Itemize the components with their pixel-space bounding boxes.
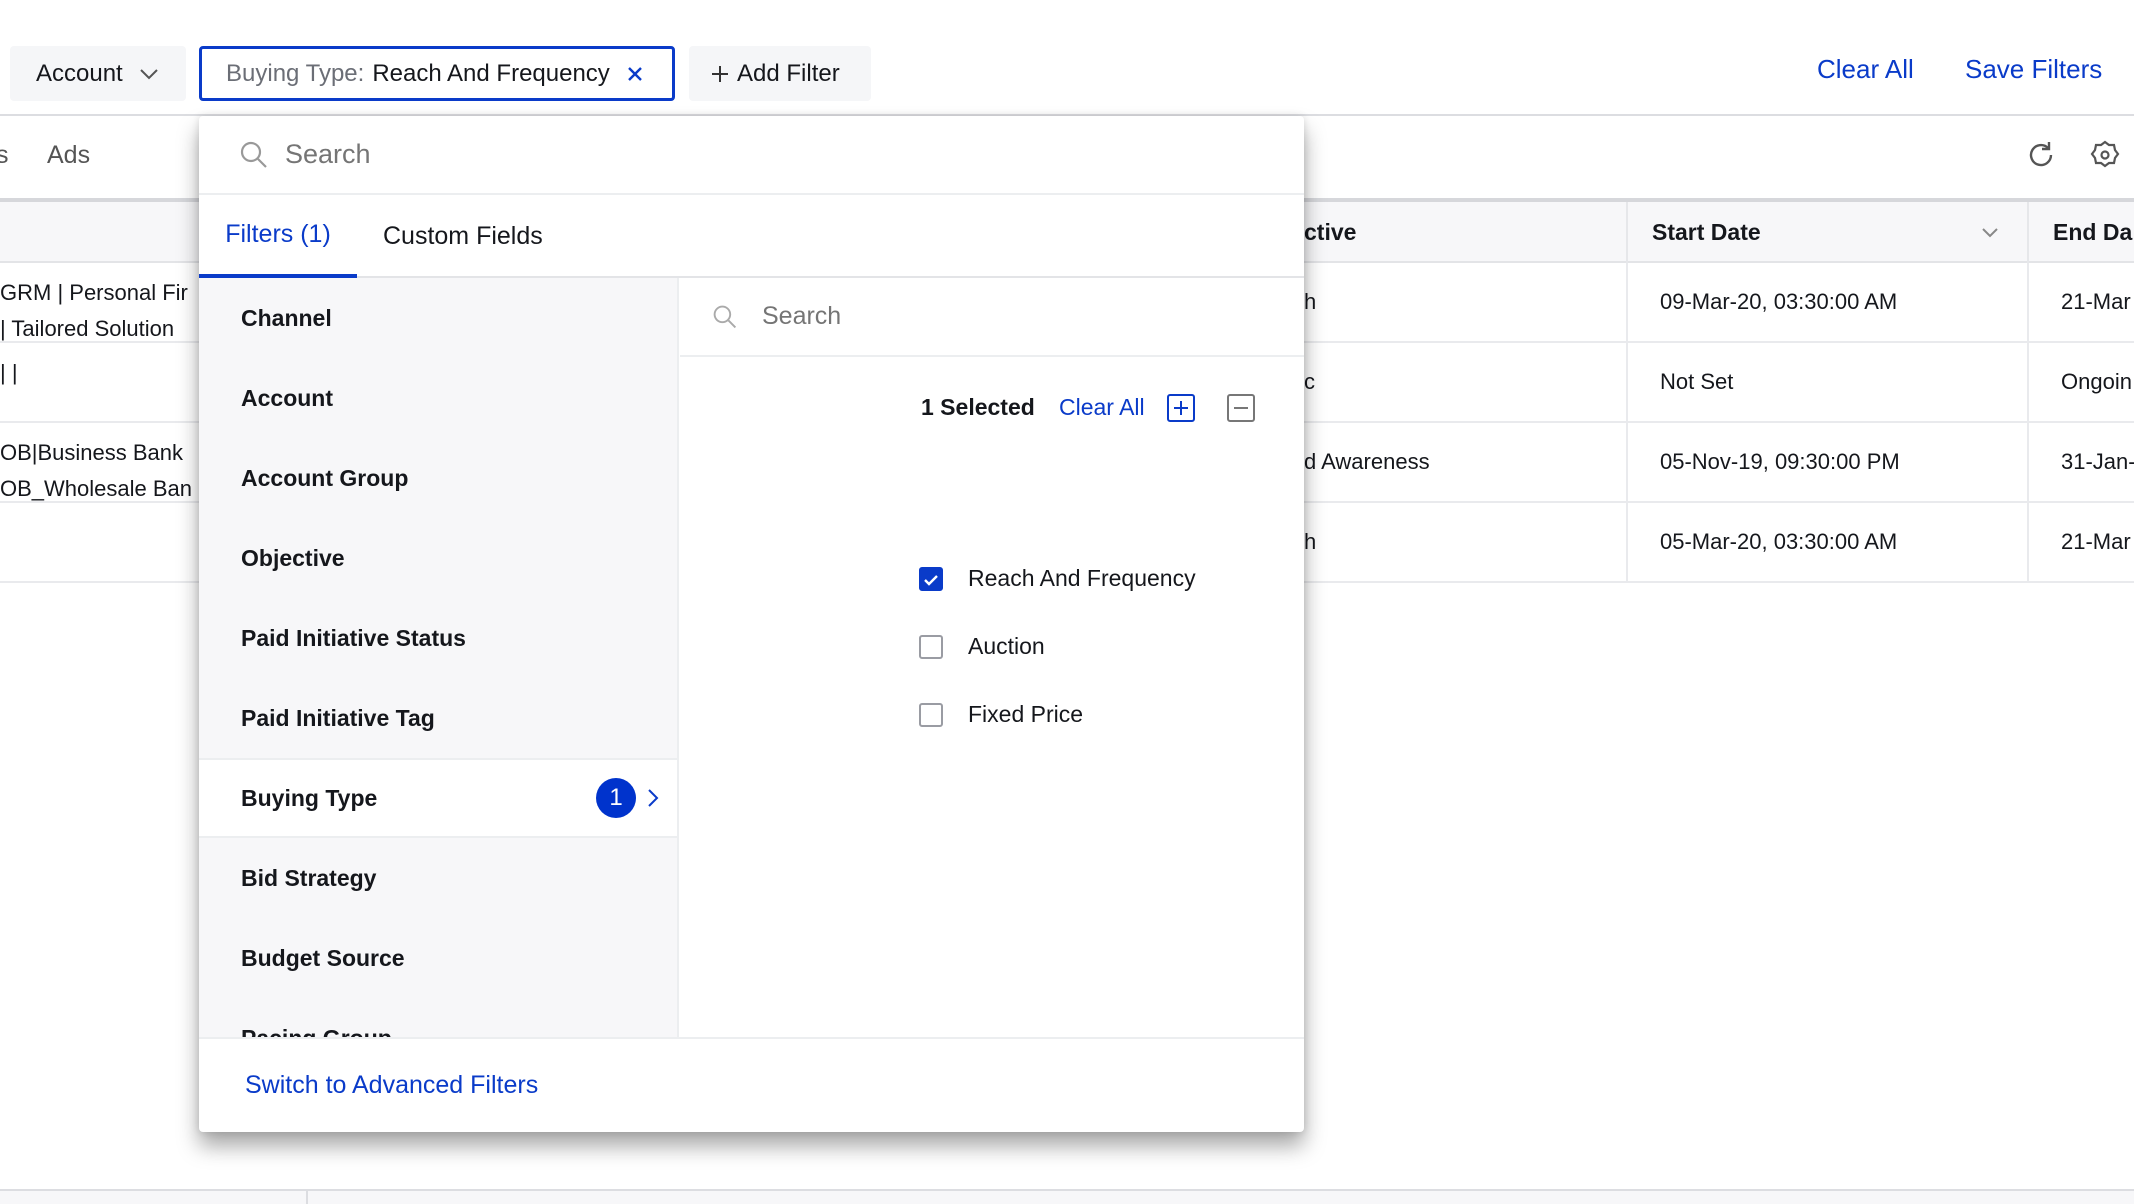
close-icon[interactable] <box>626 65 644 83</box>
field-item-label: Pacing Group <box>241 1025 392 1038</box>
header-start-date[interactable]: Start Date <box>1626 202 2027 263</box>
field-item-label: Account Group <box>241 464 409 491</box>
field-item[interactable]: Account <box>199 358 677 438</box>
add-filter-button[interactable]: Add Filter <box>689 46 871 101</box>
field-item[interactable]: Pacing Group <box>199 998 677 1038</box>
header-start-date-label: Start Date <box>1652 219 1761 245</box>
name-line: GRM | Personal Fir <box>0 280 188 305</box>
divider <box>199 1037 1304 1039</box>
option-checkbox[interactable] <box>919 635 943 659</box>
objective-cell: h <box>1304 289 1317 314</box>
check-icon <box>924 575 938 586</box>
end-date-cell: 31-Jan- <box>2027 423 2134 501</box>
objective-cell: c <box>1304 369 1315 394</box>
active-filter-chip[interactable]: Buying Type: Reach And Frequency <box>199 46 675 101</box>
account-filter-button[interactable]: Account <box>10 46 186 101</box>
objective-cell: h <box>1304 529 1317 554</box>
account-filter-label: Account <box>36 59 123 87</box>
field-item[interactable]: Bid Strategy <box>199 838 677 918</box>
tab-partial[interactable]: s <box>0 141 9 170</box>
name-line: | Tailored Solution <box>0 316 175 341</box>
end-date-cell: 21-Mar <box>2027 263 2134 341</box>
objective-cell: d Awareness <box>1304 449 1430 474</box>
active-filter-value: Reach And Frequency <box>372 59 610 87</box>
start-date-cell: 05-Mar-20, 03:30:00 AM <box>1626 503 2027 581</box>
tab-custom-fields[interactable]: Custom Fields <box>383 195 543 278</box>
name-line: | | <box>0 360 18 385</box>
save-filters-link[interactable]: Save Filters <box>1965 54 2102 85</box>
footer-bar <box>0 1191 2134 1204</box>
chevron-down-icon <box>140 68 158 79</box>
option-label: Reach And Frequency <box>968 565 1196 591</box>
search-icon <box>713 305 737 328</box>
tab-ads[interactable]: Ads <box>47 141 90 170</box>
field-item[interactable]: Objective <box>199 518 677 598</box>
selected-count-badge: 1 <box>596 778 636 818</box>
plus-icon <box>712 65 728 82</box>
panel-tabs: Filters (1) Custom Fields <box>199 195 1304 278</box>
field-item[interactable]: Budget Source <box>199 918 677 998</box>
start-date-cell: 09-Mar-20, 03:30:00 AM <box>1626 263 2027 341</box>
option-label: Auction <box>968 633 1045 659</box>
name-cell: GRM | Personal Fir | Tailored Solution <box>0 275 188 347</box>
field-item[interactable]: Account Group <box>199 438 677 518</box>
chevron-right-icon <box>648 789 659 807</box>
field-item-label: Buying Type <box>241 784 378 811</box>
field-list: Channel Account Account Group Objective … <box>199 278 679 1037</box>
option-label: Fixed Price <box>968 701 1084 727</box>
field-item-label: Paid Initiative Status <box>241 624 466 651</box>
field-search-input[interactable] <box>285 139 1085 170</box>
clear-selection-link[interactable]: Clear All <box>1059 394 1145 421</box>
start-date-cell: 05-Nov-19, 09:30:00 PM <box>1626 423 2027 501</box>
gear-icon[interactable] <box>2089 139 2121 171</box>
active-filter-key: Buying Type: <box>226 59 365 87</box>
field-search[interactable] <box>199 116 1304 195</box>
field-item-label: Channel <box>241 304 332 331</box>
tab-filters[interactable]: Filters (1) <box>199 195 357 278</box>
selected-count: 1 Selected <box>921 394 1035 420</box>
field-item-label: Account <box>241 384 333 411</box>
add-filter-label: Add Filter <box>737 59 840 87</box>
search-icon <box>240 141 267 168</box>
expand-all-icon[interactable] <box>1167 394 1195 422</box>
option-checkbox[interactable] <box>919 567 943 591</box>
header-objective[interactable]: ctive <box>1290 202 1626 263</box>
field-item[interactable]: Buying Type 1 <box>199 758 677 838</box>
name-line: OB|Business Bank <box>0 440 184 465</box>
clear-all-filters-link[interactable]: Clear All <box>1817 54 1914 85</box>
name-cell: OB|Business Bank OB_Wholesale Ban <box>0 435 192 507</box>
end-date-cell: 21-Mar <box>2027 503 2134 581</box>
end-date-cell: Ongoin <box>2027 343 2134 421</box>
name-cell: | | <box>0 355 18 391</box>
divider <box>306 1191 308 1204</box>
field-item[interactable]: Channel <box>199 278 677 358</box>
header-end-date[interactable]: End Da <box>2027 202 2134 263</box>
filter-dropdown-panel: Filters (1) Custom Fields Channel Accoun… <box>199 116 1304 1132</box>
value-search-input[interactable] <box>762 302 1262 331</box>
field-item-label: Budget Source <box>241 944 405 971</box>
field-item-label: Objective <box>241 544 345 571</box>
chevron-down-icon[interactable] <box>1981 227 1999 238</box>
switch-advanced-filters-link[interactable]: Switch to Advanced Filters <box>245 1071 538 1100</box>
value-search[interactable] <box>680 278 1304 357</box>
field-item[interactable]: Paid Initiative Tag <box>199 678 677 758</box>
start-date-cell: Not Set <box>1626 343 2027 421</box>
option-checkbox[interactable] <box>919 703 943 727</box>
field-item[interactable]: Paid Initiative Status <box>199 598 677 678</box>
refresh-icon[interactable] <box>2025 139 2057 171</box>
field-item-label: Bid Strategy <box>241 864 377 891</box>
collapse-all-icon[interactable] <box>1227 394 1255 422</box>
name-line: OB_Wholesale Ban <box>0 476 192 501</box>
field-item-label: Paid Initiative Tag <box>241 704 435 731</box>
